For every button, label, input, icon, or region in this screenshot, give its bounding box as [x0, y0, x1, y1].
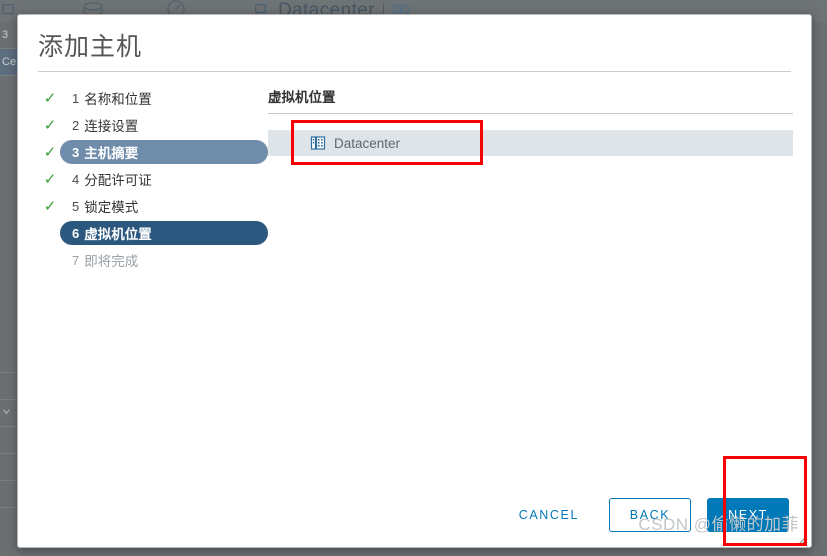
sidebar-item-step-5[interactable]: ✓ 5 锁定模式: [40, 194, 268, 218]
dialog-body: ✓ 1 名称和位置 ✓ 2 连接设置 ✓ 3 主机摘要 ✓ 4 分配许可证 ✓ …: [18, 72, 811, 492]
check-icon: ✓: [43, 89, 57, 107]
wizard-step-list: ✓ 1 名称和位置 ✓ 2 连接设置 ✓ 3 主机摘要 ✓ 4 分配许可证 ✓ …: [18, 86, 268, 492]
background-list-item: [0, 454, 17, 481]
step-label: 连接设置: [84, 119, 139, 134]
check-icon-placeholder: ✓: [40, 253, 60, 268]
step-label: 锁定模式: [84, 200, 139, 215]
step-number: 5: [72, 198, 80, 214]
check-icon-placeholder: ✓: [40, 226, 60, 241]
dialog-title: 添加主机: [38, 33, 143, 61]
sidebar-item-step-7[interactable]: ✓ 7 即将完成: [40, 248, 268, 272]
background-list-item: [0, 373, 17, 400]
content-heading: 虚拟机位置: [268, 90, 336, 105]
background-list-item: [0, 481, 17, 508]
csdn-watermark: CSDN @偷懒的加菲: [638, 515, 799, 534]
tree-item-datacenter[interactable]: Datacenter: [268, 130, 793, 156]
folder-icon: [2, 2, 16, 21]
sidebar-item-step-1[interactable]: ✓ 1 名称和位置: [40, 86, 268, 110]
step-label: 主机摘要: [84, 146, 139, 161]
dialog-header: 添加主机: [18, 15, 811, 72]
background-left-panel: 3 Ce: [0, 22, 17, 556]
check-icon: ✓: [43, 197, 57, 215]
step-number: 1: [72, 90, 80, 106]
step-label: 分配许可证: [84, 173, 152, 188]
check-icon: ✓: [43, 170, 57, 188]
step-number: 3: [72, 144, 80, 160]
background-list-item: [0, 400, 17, 427]
sidebar-item-step-6[interactable]: ✓ 6 虚拟机位置: [40, 221, 268, 245]
step-label: 虚拟机位置: [84, 227, 152, 242]
sidebar-item-step-2[interactable]: ✓ 2 连接设置: [40, 113, 268, 137]
step-number: 4: [72, 171, 80, 187]
background-list-item: [0, 427, 17, 454]
tree-item-label: Datacenter: [334, 135, 401, 151]
step-label: 名称和位置: [84, 92, 152, 107]
background-list-item: 3: [0, 22, 17, 49]
step-number: 7: [72, 252, 80, 268]
sidebar-item-step-3[interactable]: ✓ 3 主机摘要: [40, 140, 268, 164]
background-spacer: [0, 76, 17, 346]
check-icon: ✓: [43, 116, 57, 134]
sidebar-item-step-4[interactable]: ✓ 4 分配许可证: [40, 167, 268, 191]
content-divider: [268, 113, 793, 114]
cancel-button[interactable]: CANCEL: [503, 498, 595, 532]
wizard-content-pane: 虚拟机位置 Datacenter: [268, 86, 811, 492]
check-icon: ✓: [43, 143, 57, 161]
step-label: 即将完成: [84, 254, 139, 269]
step-number: 6: [72, 225, 80, 241]
add-host-wizard-dialog: 添加主机 ✓ 1 名称和位置 ✓ 2 连接设置 ✓ 3 主机摘要 ✓ 4 分配许…: [17, 14, 812, 548]
resize-grip-icon[interactable]: [796, 532, 808, 545]
background-list-item: [0, 346, 17, 373]
datacenter-icon: [310, 135, 326, 151]
background-list-item: Ce: [0, 49, 17, 76]
step-number: 2: [72, 117, 80, 133]
